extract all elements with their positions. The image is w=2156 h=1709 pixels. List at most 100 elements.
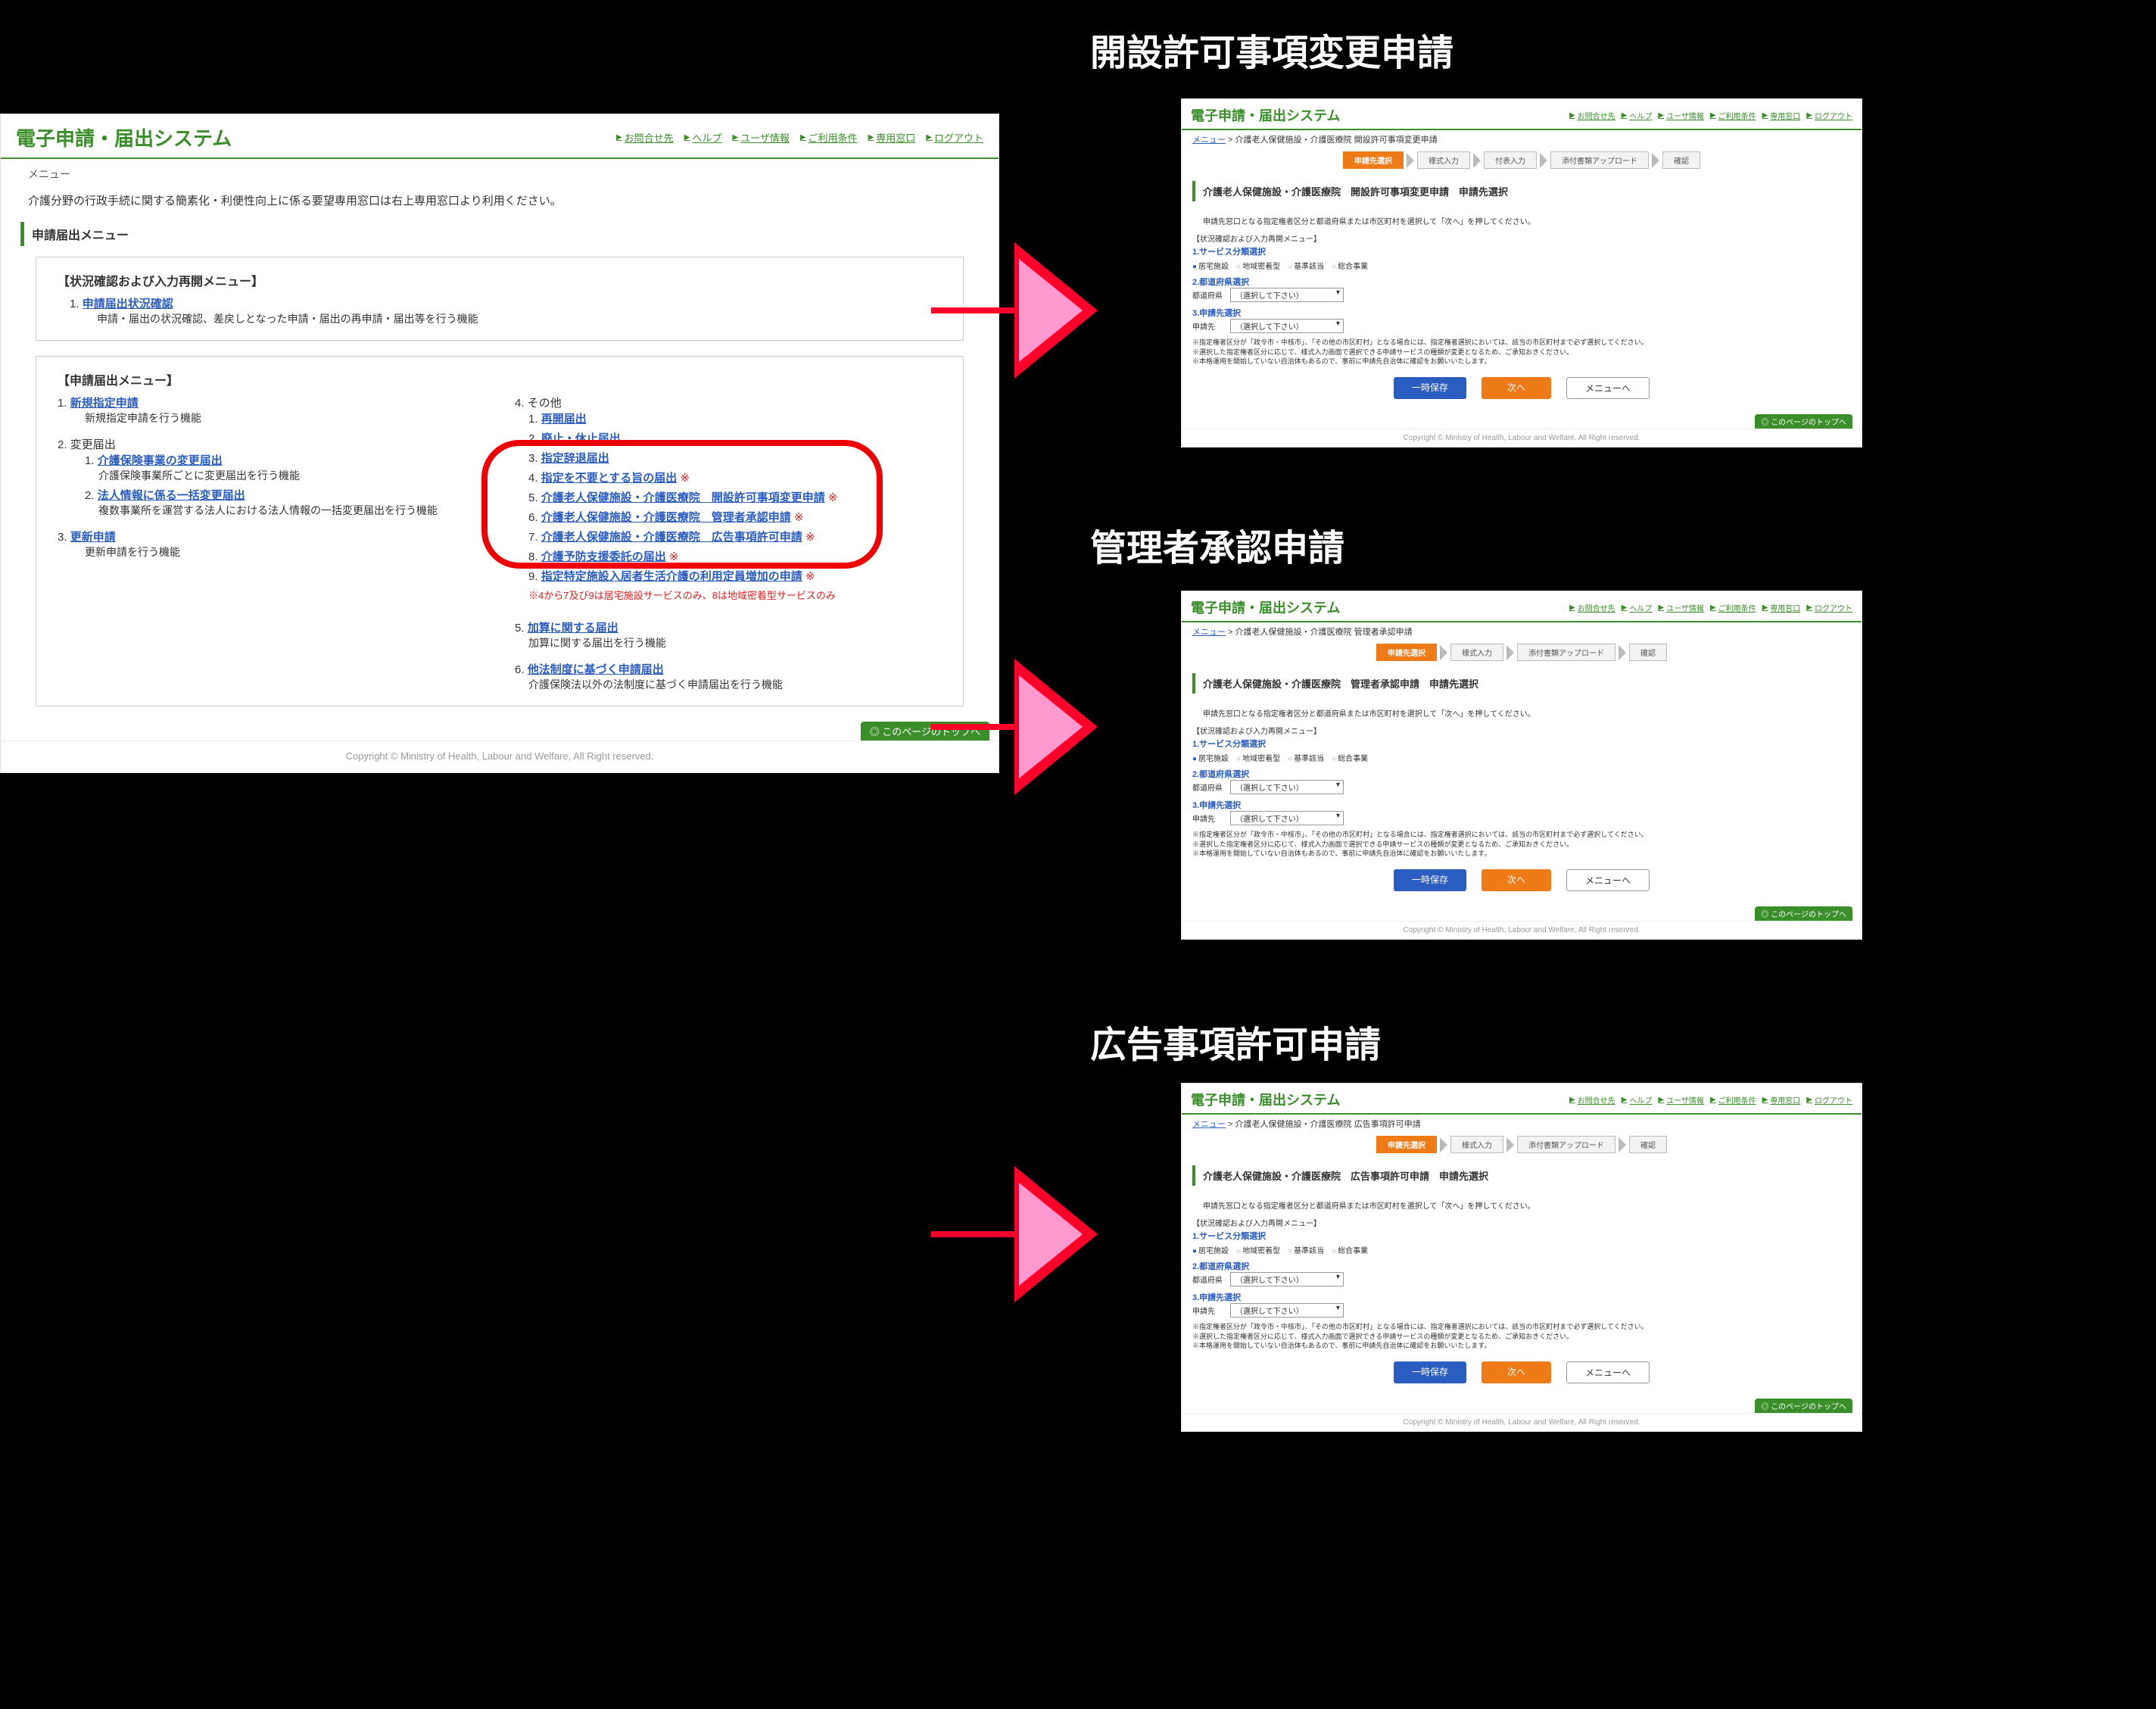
triangle-icon: ▶ <box>684 133 690 142</box>
breadcrumb: メニュー > 介護老人保健施設・介護医療院 管理者承認申請 <box>1182 622 1862 639</box>
radio-option-1[interactable]: 居宅施設 <box>1192 752 1229 763</box>
util-link-user[interactable]: ▶ユーザ情報 <box>1658 110 1704 121</box>
util-link-window[interactable]: ▶専用窓口 <box>1762 602 1801 613</box>
next-button[interactable]: 次へ <box>1481 1361 1551 1383</box>
util-link-help[interactable]: ▶ヘルプ <box>684 130 722 145</box>
app-title: 電子申請・届出システム <box>1191 597 1340 617</box>
step-2[interactable]: 様式入力 <box>1417 151 1470 169</box>
link-ad-permit[interactable]: 介護老人保健施設・介護医療院 広告事項許可申請 <box>541 531 802 544</box>
page-top-button[interactable]: ◎ このページのトップへ <box>1755 1399 1852 1413</box>
link-decline[interactable]: 指定辞退届出 <box>541 452 609 465</box>
util-link-window[interactable]: ▶専用窓口 <box>1762 1094 1801 1106</box>
step-2[interactable]: 様式入力 <box>1450 644 1503 661</box>
util-link-logout[interactable]: ▶ログアウト <box>926 130 983 145</box>
triangle-icon: ▶ <box>868 133 874 142</box>
radio-option-2[interactable]: 地域密着型 <box>1236 1244 1280 1255</box>
util-link-user[interactable]: ▶ユーザ情報 <box>1658 602 1704 613</box>
link-reopen[interactable]: 再開届出 <box>541 413 587 426</box>
step-3[interactable]: 添付書類アップロード <box>1517 644 1615 661</box>
util-link-window[interactable]: ▶専用窓口 <box>868 130 916 145</box>
radio-option-2[interactable]: 地域密着型 <box>1236 752 1280 763</box>
radio-option-4[interactable]: 総合事業 <box>1332 260 1368 271</box>
util-link-logout[interactable]: ▶ログアウト <box>1806 1094 1852 1106</box>
dest-select[interactable]: （選択して下さい） <box>1230 319 1344 333</box>
util-link-help[interactable]: ▶ヘルプ <box>1622 602 1653 613</box>
link-notneeded[interactable]: 指定を不要とする旨の届出 <box>541 472 678 485</box>
util-link-terms[interactable]: ▶ご利用条件 <box>1710 602 1756 613</box>
next-button[interactable]: 次へ <box>1481 869 1551 891</box>
radio-option-4[interactable]: 総合事業 <box>1332 1244 1368 1255</box>
util-link-contact[interactable]: ▶お問合せ先 <box>1569 1094 1615 1106</box>
link-prev-support[interactable]: 介護予防支援委託の届出 <box>541 550 666 563</box>
link-bulk-change[interactable]: 法人情報に係る一括変更届出 <box>98 489 245 502</box>
label-change: 変更届出 <box>70 438 116 451</box>
util-link-logout[interactable]: ▶ログアウト <box>1806 602 1852 613</box>
link-new-application[interactable]: 新規指定申請 <box>70 397 139 410</box>
page-top-button[interactable]: ◎ このページのトップへ <box>1755 906 1852 921</box>
step-2[interactable]: 様式入力 <box>1450 1136 1503 1153</box>
step-4[interactable]: 確認 <box>1629 1136 1667 1153</box>
util-link-help[interactable]: ▶ヘルプ <box>1622 1094 1653 1106</box>
radio-option-1[interactable]: 居宅施設 <box>1192 260 1229 271</box>
dest-label: 3.申請先選択 <box>1192 307 1851 319</box>
util-link-logout[interactable]: ▶ログアウト <box>1806 110 1852 121</box>
radio-option-3[interactable]: 基準該当 <box>1288 1244 1324 1255</box>
util-link-contact[interactable]: ▶お問合せ先 <box>1569 602 1615 613</box>
form-heading: 介護老人保健施設・介護医療院 広告事項許可申請 申請先選択 <box>1192 1165 1851 1186</box>
menu-button[interactable]: メニューへ <box>1566 377 1650 399</box>
copyright: Copyright © Ministry of Health, Labour a… <box>1182 1413 1862 1431</box>
step-1[interactable]: 申請先選択 <box>1376 1136 1437 1153</box>
util-link-user[interactable]: ▶ユーザ情報 <box>732 130 789 145</box>
crumb-menu[interactable]: メニュー <box>1192 1120 1226 1129</box>
step-3[interactable]: 付表入力 <box>1484 151 1537 169</box>
desc-new: 新規指定申請を行う機能 <box>85 410 484 426</box>
step-1[interactable]: 申請先選択 <box>1376 644 1437 661</box>
step-5[interactable]: 確認 <box>1662 151 1700 169</box>
form-body: 申請先窓口となる指定権者区分と都道府県または市区町村を選択して「次へ」を押してく… <box>1182 209 1862 414</box>
util-link-terms[interactable]: ▶ご利用条件 <box>800 130 858 145</box>
pref-select[interactable]: （選択して下さい） <box>1230 1272 1344 1286</box>
util-link-help[interactable]: ▶ヘルプ <box>1622 110 1653 121</box>
status-desc: 申請・届出の状況確認、差戻しとなった申請・届出の再申請・届出等を行う機能 <box>97 311 942 326</box>
util-link-user[interactable]: ▶ユーザ情報 <box>1658 1094 1704 1106</box>
save-temp-button[interactable]: 一時保存 <box>1394 869 1466 891</box>
util-link-window[interactable]: ▶専用窓口 <box>1762 110 1801 121</box>
step-4[interactable]: 確認 <box>1629 644 1667 661</box>
save-temp-button[interactable]: 一時保存 <box>1394 1361 1466 1383</box>
link-abolish[interactable]: 廃止・休止届出 <box>541 432 621 445</box>
menu-button[interactable]: メニューへ <box>1566 1361 1650 1383</box>
crumb-menu[interactable]: メニュー <box>1192 136 1226 145</box>
menu-button[interactable]: メニューへ <box>1566 869 1650 891</box>
util-link-contact[interactable]: ▶お問合せ先 <box>616 130 674 145</box>
next-button[interactable]: 次へ <box>1481 377 1551 399</box>
page-top-button[interactable]: ◎ このページのトップへ <box>1755 414 1852 429</box>
radio-option-1[interactable]: 居宅施設 <box>1192 1244 1229 1255</box>
dest-select[interactable]: （選択して下さい） <box>1230 1303 1344 1318</box>
link-addition[interactable]: 加算に関する届出 <box>528 622 618 635</box>
util-link-terms[interactable]: ▶ご利用条件 <box>1710 110 1756 121</box>
save-temp-button[interactable]: 一時保存 <box>1394 377 1466 399</box>
link-manager-approval[interactable]: 介護老人保健施設・介護医療院 管理者承認申請 <box>541 511 791 524</box>
link-open-permit-change[interactable]: 介護老人保健施設・介護医療院 開設許可事項変更申請 <box>541 491 825 504</box>
pref-select[interactable]: （選択して下さい） <box>1230 288 1344 302</box>
link-change-notice[interactable]: 介護保険事業の変更届出 <box>98 454 223 467</box>
radio-option-4[interactable]: 総合事業 <box>1332 752 1368 763</box>
svc-radio-row: 居宅施設 地域密着型 基準該当 総合事業 <box>1192 752 1851 763</box>
util-link-terms[interactable]: ▶ご利用条件 <box>1710 1094 1756 1106</box>
pref-select[interactable]: （選択して下さい） <box>1230 780 1344 794</box>
crumb-menu[interactable]: メニュー <box>1192 628 1226 637</box>
radio-option-3[interactable]: 基準該当 <box>1288 260 1324 271</box>
reopen-label: 【状況確認および入力再開メニュー】 <box>1192 1217 1851 1228</box>
step-3[interactable]: 添付書類アップロード <box>1517 1136 1615 1153</box>
status-link[interactable]: 申請届出状況確認 <box>83 298 173 310</box>
util-link-contact[interactable]: ▶お問合せ先 <box>1569 110 1615 121</box>
link-capacity-inc[interactable]: 指定特定施設入居者生活介護の利用定員増加の申請 <box>541 570 802 583</box>
link-renewal[interactable]: 更新申請 <box>70 531 116 544</box>
dest-select[interactable]: （選択して下さい） <box>1230 811 1344 825</box>
step-4[interactable]: 添付書類アップロード <box>1550 151 1649 169</box>
step-1[interactable]: 申請先選択 <box>1343 151 1404 169</box>
breadcrumb: メニュー > 介護老人保健施設・介護医療院 広告事項許可申請 <box>1182 1115 1862 1131</box>
radio-option-3[interactable]: 基準該当 <box>1288 752 1324 763</box>
link-other-law[interactable]: 他法制度に基づく申請届出 <box>528 663 664 676</box>
radio-option-2[interactable]: 地域密着型 <box>1236 260 1280 271</box>
